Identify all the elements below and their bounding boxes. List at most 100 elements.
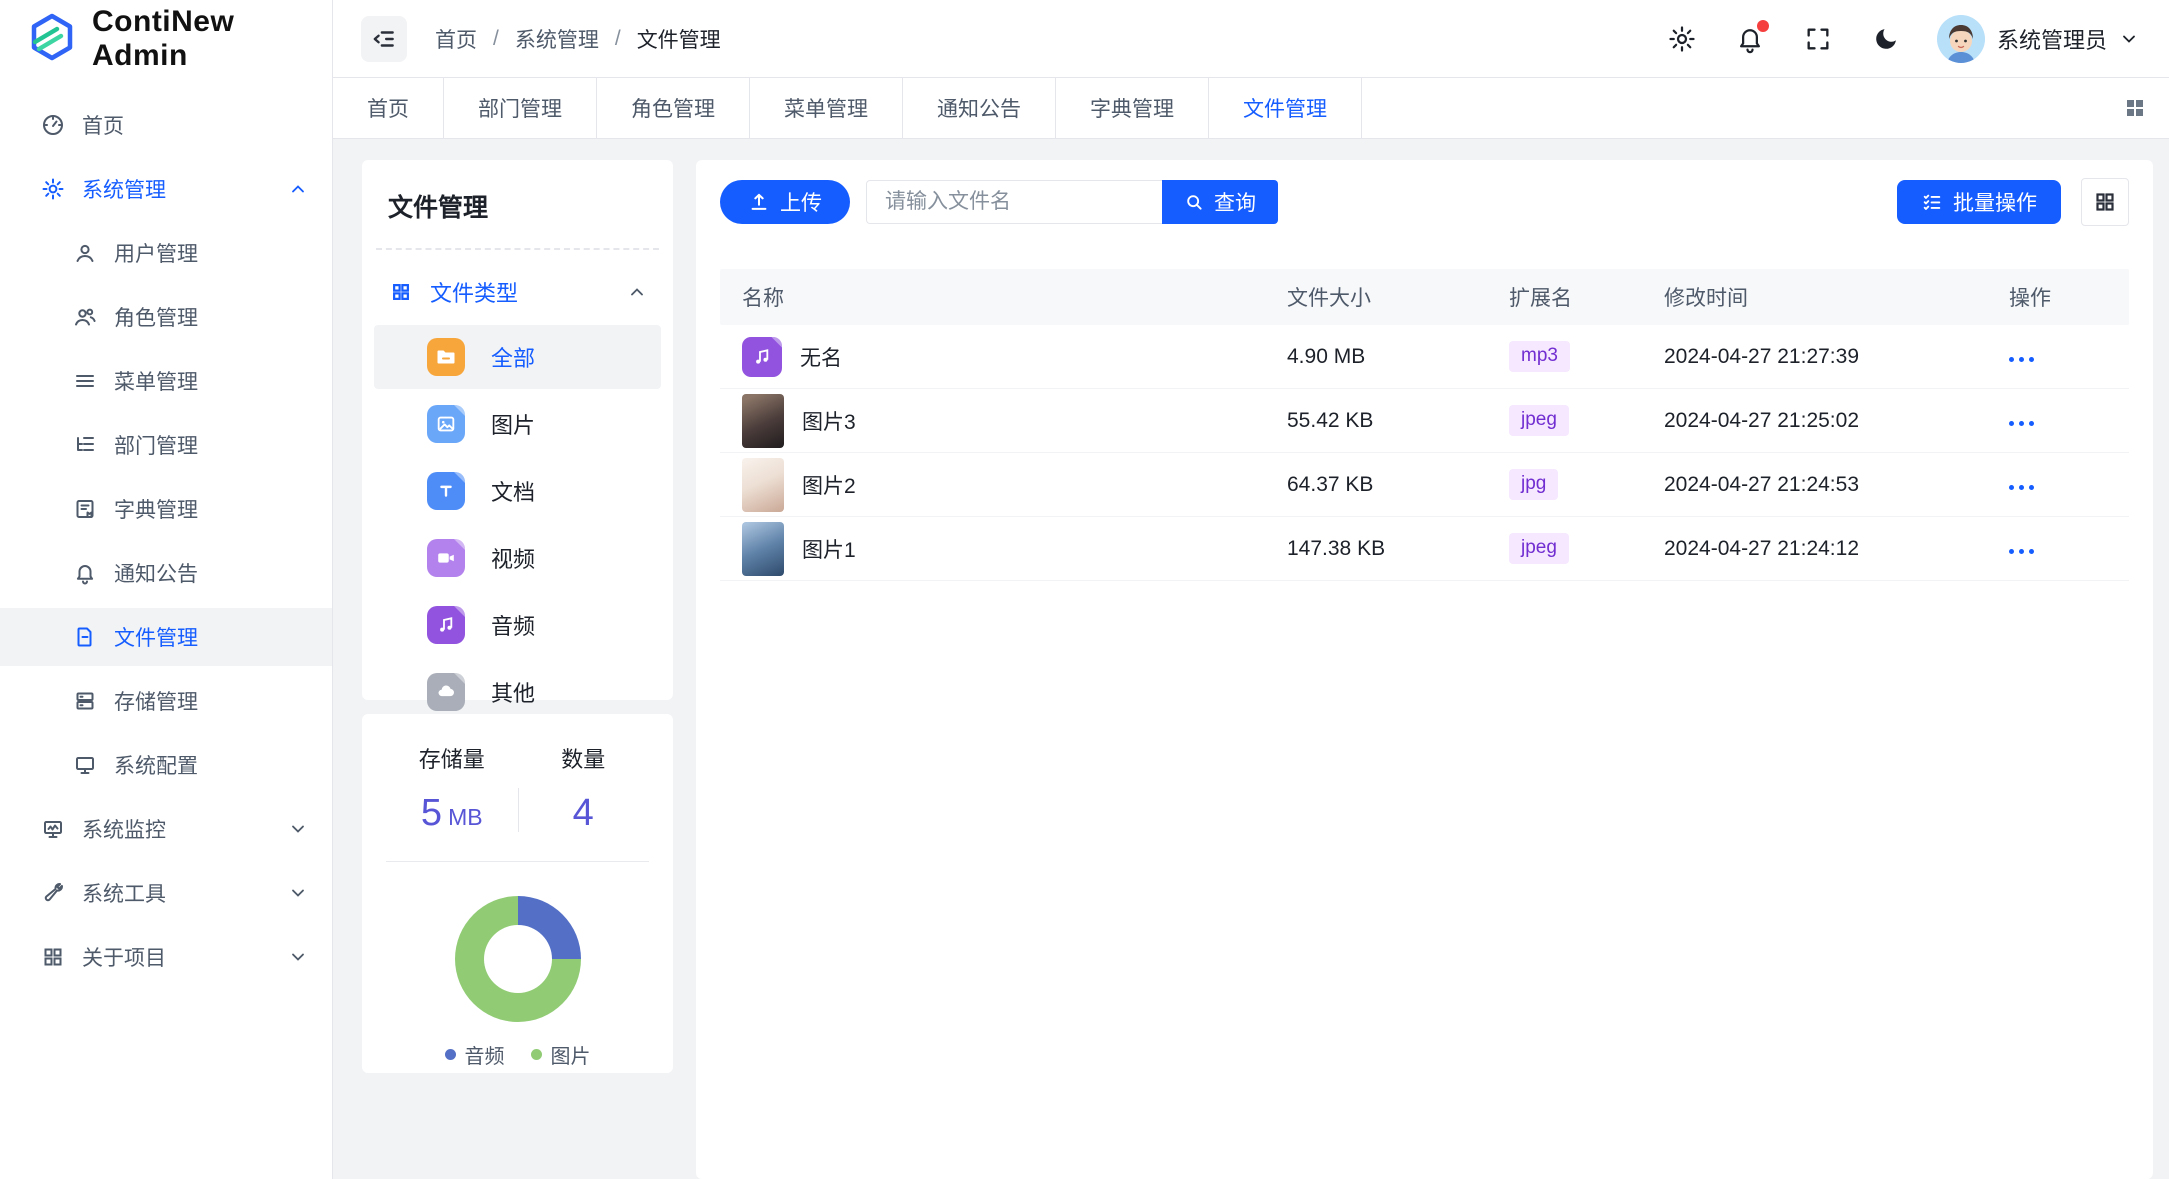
search-input[interactable] xyxy=(866,180,1162,224)
tab-file-management[interactable]: 文件管理 xyxy=(1209,78,1362,138)
sidebar-item-label: 角色管理 xyxy=(114,302,308,332)
breadcrumb-item[interactable]: 系统管理 xyxy=(515,24,599,54)
tree-list-icon xyxy=(72,432,98,458)
legend-label: 图片 xyxy=(551,1040,591,1069)
more-actions-icon[interactable] xyxy=(2009,413,2034,434)
table-row[interactable]: 图片1 147.38 KB jpeg 2024-04-27 21:24:12 xyxy=(720,517,2129,581)
logo: ContiNew Admin xyxy=(0,0,332,78)
sidebar-item-department-management[interactable]: 部门管理 xyxy=(0,416,332,474)
settings-gear-icon[interactable] xyxy=(1665,22,1699,56)
sidebar-item-menu-management[interactable]: 菜单管理 xyxy=(0,352,332,410)
breadcrumb-separator: / xyxy=(493,27,499,51)
chevron-down-icon xyxy=(288,883,308,903)
column-header-name: 名称 xyxy=(720,282,1287,312)
file-type-video[interactable]: 视频 xyxy=(374,526,661,590)
file-type-group[interactable]: 文件类型 xyxy=(374,268,661,322)
image-file-icon xyxy=(427,405,465,443)
avatar xyxy=(1937,15,1985,63)
file-type-all[interactable]: 全部 xyxy=(374,325,661,389)
user-name: 系统管理员 xyxy=(1997,23,2107,55)
file-size: 147.38 KB xyxy=(1287,537,1509,561)
sidebar-item-file-management[interactable]: 文件管理 xyxy=(0,608,332,666)
view-toggle-grid-icon[interactable] xyxy=(2081,178,2129,226)
file-type-document[interactable]: 文档 xyxy=(374,459,661,523)
tab-menu[interactable]: 菜单管理 xyxy=(750,78,903,138)
ext-badge: jpg xyxy=(1509,469,1558,500)
sidebar-item-dictionary-management[interactable]: 字典管理 xyxy=(0,480,332,538)
sidebar-item-role-management[interactable]: 角色管理 xyxy=(0,288,332,346)
image-thumbnail xyxy=(742,458,784,512)
sidebar-item-label: 通知公告 xyxy=(114,558,308,588)
legend-item-audio[interactable]: 音频 xyxy=(445,1040,505,1069)
cloud-file-icon xyxy=(427,673,465,711)
sidebar-item-system-tools[interactable]: 系统工具 xyxy=(0,864,332,922)
sidebar-item-system-monitor[interactable]: 系统监控 xyxy=(0,800,332,858)
file-modified-time: 2024-04-27 21:27:39 xyxy=(1664,345,2009,369)
tab-label: 部门管理 xyxy=(478,93,562,123)
more-actions-icon[interactable] xyxy=(2009,477,2034,498)
dark-mode-moon-icon[interactable] xyxy=(1869,22,1903,56)
tab-notice[interactable]: 通知公告 xyxy=(903,78,1056,138)
upload-button[interactable]: 上传 xyxy=(720,180,850,224)
image-thumbnail xyxy=(742,522,784,576)
notification-badge-dot xyxy=(1757,20,1769,32)
chevron-down-icon xyxy=(2119,29,2139,49)
file-name: 图片1 xyxy=(802,534,856,564)
chevron-up-icon xyxy=(288,179,308,199)
monitor-chart-icon xyxy=(40,816,66,842)
column-header-ext: 扩展名 xyxy=(1509,282,1664,312)
sidebar-item-system-management[interactable]: 系统管理 xyxy=(0,160,332,218)
fullscreen-icon[interactable] xyxy=(1801,22,1835,56)
main-area: 首页 / 系统管理 / 文件管理 xyxy=(333,0,2169,1179)
chevron-down-icon xyxy=(288,819,308,839)
tab-role[interactable]: 角色管理 xyxy=(597,78,750,138)
tab-department[interactable]: 部门管理 xyxy=(444,78,597,138)
topbar: 首页 / 系统管理 / 文件管理 xyxy=(333,0,2169,78)
sidebar-item-label: 存储管理 xyxy=(114,686,308,716)
tab-label: 角色管理 xyxy=(631,93,715,123)
file-modified-time: 2024-04-27 21:25:02 xyxy=(1664,409,2009,433)
tab-actions-grid-icon[interactable] xyxy=(2101,78,2169,138)
tab-label: 菜单管理 xyxy=(784,93,868,123)
sidebar-item-notice[interactable]: 通知公告 xyxy=(0,544,332,602)
table-row[interactable]: 图片3 55.42 KB jpeg 2024-04-27 21:25:02 xyxy=(720,389,2129,453)
tab-label: 首页 xyxy=(367,93,409,123)
legend-item-image[interactable]: 图片 xyxy=(531,1040,591,1069)
audio-file-icon xyxy=(427,606,465,644)
file-name: 图片2 xyxy=(802,470,856,500)
gear-icon xyxy=(40,176,66,202)
sidebar-collapse-button[interactable] xyxy=(361,16,407,62)
sidebar-item-storage-management[interactable]: 存储管理 xyxy=(0,672,332,730)
legend-dot-image xyxy=(531,1049,542,1060)
sidebar-menu: 首页 系统管理 用户管理 角色 xyxy=(0,78,332,1179)
sidebar-item-user-management[interactable]: 用户管理 xyxy=(0,224,332,282)
file-size: 64.37 KB xyxy=(1287,473,1509,497)
query-button[interactable]: 查询 xyxy=(1162,180,1278,224)
app-window: ContiNew Admin 首页 系统管理 xyxy=(0,0,2169,1179)
user-menu[interactable]: 系统管理员 xyxy=(1937,15,2139,63)
file-type-audio[interactable]: 音频 xyxy=(374,593,661,657)
upload-button-label: 上传 xyxy=(780,187,822,217)
breadcrumb-item[interactable]: 首页 xyxy=(435,24,477,54)
breadcrumb: 首页 / 系统管理 / 文件管理 xyxy=(435,24,721,54)
dashed-divider xyxy=(376,248,659,250)
file-table-card: 上传 查询 批量操作 xyxy=(696,160,2153,1179)
more-actions-icon[interactable] xyxy=(2009,541,2034,562)
tab-dictionary[interactable]: 字典管理 xyxy=(1056,78,1209,138)
tab-label: 文件管理 xyxy=(1243,93,1327,123)
table-row[interactable]: 无名 4.90 MB mp3 2024-04-27 21:27:39 xyxy=(720,325,2129,389)
user-icon xyxy=(72,240,98,266)
tab-home[interactable]: 首页 xyxy=(333,78,444,138)
table-row[interactable]: 图片2 64.37 KB jpg 2024-04-27 21:24:53 xyxy=(720,453,2129,517)
more-actions-icon[interactable] xyxy=(2009,349,2034,370)
ext-badge: jpeg xyxy=(1509,405,1569,436)
sidebar-item-about-project[interactable]: 关于项目 xyxy=(0,928,332,986)
search-group: 查询 xyxy=(866,180,1278,224)
file-type-label: 图片 xyxy=(491,408,535,440)
batch-operations-button[interactable]: 批量操作 xyxy=(1897,180,2061,224)
sidebar-item-home[interactable]: 首页 xyxy=(0,96,332,154)
file-type-group-label: 文件类型 xyxy=(430,276,609,308)
sidebar-item-system-config[interactable]: 系统配置 xyxy=(0,736,332,794)
notifications-bell-icon[interactable] xyxy=(1733,22,1767,56)
file-type-image[interactable]: 图片 xyxy=(374,392,661,456)
